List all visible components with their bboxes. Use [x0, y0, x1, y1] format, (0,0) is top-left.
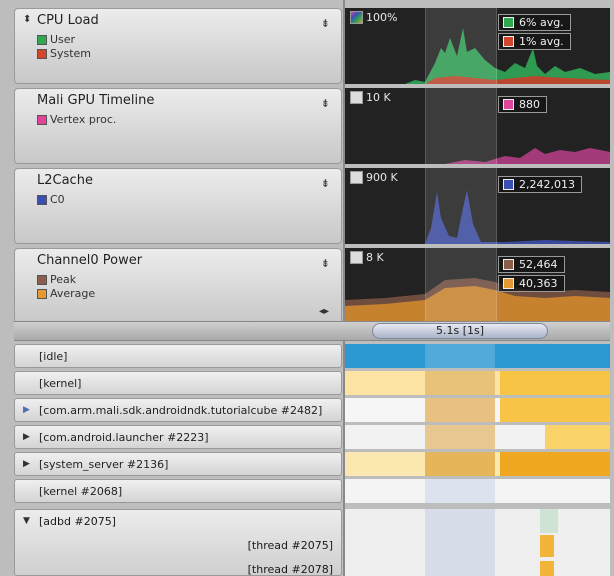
lane-system-server — [345, 452, 610, 476]
expand-triangle-icon[interactable]: ▶ — [23, 432, 30, 442]
chart-title: CPU Load — [37, 13, 99, 28]
thread-label: [thread #2078] — [247, 563, 333, 576]
process-row-kernel-2068[interactable]: [kernel #2068] — [14, 479, 342, 503]
chart-l2cache[interactable]: 900 K 2,242,013 — [345, 168, 610, 244]
activity-block — [425, 398, 495, 422]
expand-triangle-icon[interactable]: ▶ — [23, 405, 30, 415]
swatch-icon — [37, 274, 47, 285]
legend-average: Average — [37, 287, 95, 300]
legend-user: User — [37, 33, 75, 46]
swatch-icon — [37, 34, 47, 45]
activity-block — [425, 452, 495, 476]
time-range-handle[interactable]: 5.1s [1s] — [372, 323, 548, 339]
thread-label: [thread #2075] — [247, 539, 333, 552]
gradient-swatch-icon — [350, 11, 363, 24]
selection-band[interactable] — [425, 8, 497, 84]
swatch-icon — [503, 36, 514, 47]
selection-band[interactable] — [425, 88, 497, 164]
lane-idle — [345, 344, 610, 368]
legend-peak: Peak — [37, 273, 76, 286]
selection-band[interactable] — [425, 248, 497, 324]
value-peak: 52,464 — [498, 256, 565, 273]
scale-readout: 10 K — [350, 91, 391, 104]
lane-launcher — [345, 425, 610, 449]
selection-band — [425, 479, 495, 503]
process-row-system-server[interactable]: ▶ [system_server #2136] — [14, 452, 342, 476]
legend-c0: C0 — [37, 193, 65, 206]
swatch-icon — [503, 259, 514, 270]
lane-tutorialcube — [345, 398, 610, 422]
swatch-icon — [350, 171, 363, 184]
process-row-launcher[interactable]: ▶ [com.android.launcher #2223] — [14, 425, 342, 449]
process-row-tutorialcube[interactable]: ▶ [com.arm.mali.sdk.androidndk.tutorialc… — [14, 398, 342, 422]
value-system-avg: 1% avg. — [498, 33, 571, 50]
process-row-kernel[interactable]: [kernel] — [14, 371, 342, 395]
selection-band — [425, 344, 495, 368]
process-label: [adbd #2075] — [39, 515, 116, 528]
time-range-label: 5.1s [1s] — [435, 324, 485, 337]
activity-block — [500, 452, 610, 476]
activity-block — [540, 509, 558, 533]
chart-title: L2Cache — [37, 173, 93, 188]
swatch-icon — [37, 114, 47, 125]
time-ruler[interactable]: 5.1s [1s] — [14, 321, 610, 341]
sort-caret-icon[interactable]: ⬍ — [23, 14, 31, 25]
activity-block — [425, 371, 495, 395]
process-row-idle[interactable]: [idle] — [14, 344, 342, 368]
activity-block — [540, 535, 554, 557]
chart-label-l2cache[interactable]: L2Cache C0 ⇟ — [14, 168, 342, 244]
activity-block — [425, 425, 495, 449]
lane-kernel — [345, 371, 610, 395]
swatch-icon — [503, 17, 514, 28]
process-label: [idle] — [39, 350, 68, 363]
selection-band[interactable] — [425, 168, 497, 244]
activity-block — [540, 561, 554, 576]
value-user-avg: 6% avg. — [498, 14, 571, 31]
expand-triangle-icon[interactable]: ▶ — [23, 459, 30, 469]
swatch-icon — [350, 251, 363, 264]
swatch-icon — [37, 194, 47, 205]
swatch-icon — [350, 91, 363, 104]
process-label: [kernel #2068] — [39, 485, 123, 498]
legend-vertex-proc: Vertex proc. — [37, 113, 116, 126]
chart-title: Mali GPU Timeline — [37, 93, 155, 108]
swatch-icon — [503, 179, 514, 190]
process-label: [kernel] — [39, 377, 82, 390]
legend-system: System — [37, 47, 91, 60]
activity-block — [545, 425, 610, 449]
pin-icon[interactable]: ⇟ — [321, 17, 330, 30]
swatch-icon — [37, 48, 47, 59]
activity-block — [500, 371, 610, 395]
collapse-triangle-icon[interactable]: ▼ — [23, 516, 30, 526]
process-group-adbd[interactable]: ▼ [adbd #2075] [thread #2075] [thread #2… — [14, 509, 342, 576]
lane-adbd — [345, 509, 610, 576]
selection-band — [425, 509, 495, 576]
lane-kernel-2068 — [345, 479, 610, 503]
value-vertex-proc: 880 — [498, 96, 547, 113]
pin-icon[interactable]: ⇟ — [321, 97, 330, 110]
streamline-timeline-view: ⬍ CPU Load User System ⇟ 100% 6% avg. 1%… — [0, 0, 614, 576]
value-average: 40,363 — [498, 275, 565, 292]
value-c0: 2,242,013 — [498, 176, 582, 193]
process-label: [com.arm.mali.sdk.androidndk.tutorialcub… — [39, 404, 323, 417]
chart-label-cpu-load[interactable]: ⬍ CPU Load User System ⇟ — [14, 8, 342, 84]
scale-readout: 100% — [350, 11, 397, 24]
process-label: [com.android.launcher #2223] — [39, 431, 209, 444]
scale-readout: 8 K — [350, 251, 384, 264]
chart-mali-gpu[interactable]: 10 K 880 — [345, 88, 610, 164]
chart-channel0-power[interactable]: 8 K 52,464 40,363 — [345, 248, 610, 324]
chart-cpu-load[interactable]: 100% 6% avg. 1% avg. — [345, 8, 610, 84]
horizontal-resize-icon[interactable]: ◂▸ — [319, 306, 329, 317]
swatch-icon — [503, 99, 514, 110]
chart-label-channel0-power[interactable]: Channel0 Power Peak Average ⇟ ◂▸ — [14, 248, 342, 324]
chart-label-mali-gpu[interactable]: Mali GPU Timeline Vertex proc. ⇟ — [14, 88, 342, 164]
process-label: [system_server #2136] — [39, 458, 169, 471]
swatch-icon — [503, 278, 514, 289]
pin-icon[interactable]: ⇟ — [321, 177, 330, 190]
swatch-icon — [37, 288, 47, 299]
pin-icon[interactable]: ⇟ — [321, 257, 330, 270]
chart-title: Channel0 Power — [37, 253, 143, 268]
scale-readout: 900 K — [350, 171, 398, 184]
activity-block — [500, 398, 610, 422]
